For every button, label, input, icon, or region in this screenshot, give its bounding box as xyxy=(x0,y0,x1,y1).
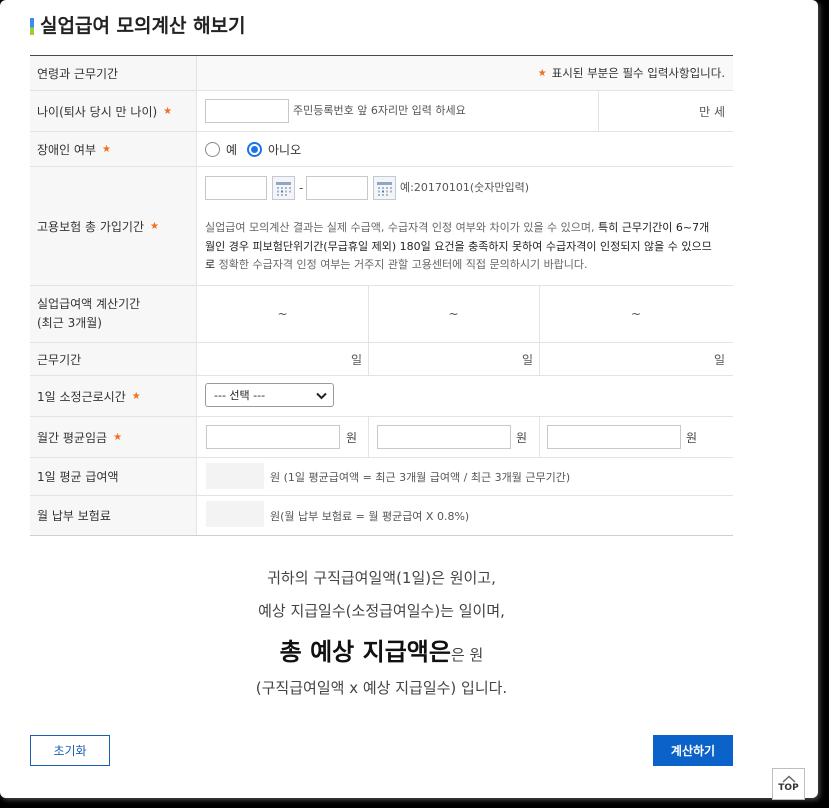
required-note: ★ 표시된 부분은 필수 입력사항입니다. xyxy=(538,56,725,90)
required-star-icon: ★ xyxy=(537,67,547,79)
result-formula: (구직급여일액 x 예상 지급일수) 입니다. xyxy=(255,679,508,697)
daily-hours-select[interactable]: --- 선택 --- xyxy=(205,383,334,407)
age-label-cell: 나이(퇴사 당시 만 나이) ★ xyxy=(30,91,197,131)
age-hint: 주민등록번호 앞 6자리만 입력 하세요 xyxy=(293,104,466,117)
notice-emphasis: 월인 경우 피보험단위기간(무급휴일 제외) 180일 요건을 충족하지 못하여… xyxy=(205,239,712,253)
daily-average-formula: 원 (1일 평균급여액 = 최근 3개월 급여액 / 최근 3개월 근무기간) xyxy=(270,470,571,484)
calc-period-label: 실업급여액 계산기간 xyxy=(37,297,141,311)
insurance-start-date-input[interactable] xyxy=(205,176,267,200)
monthly-wage-label-cell: 월간 평균임금 ★ xyxy=(30,417,197,457)
section-label-cell: 연령과 근무기간 xyxy=(30,56,197,90)
monthly-wage-row: 월간 평균임금 ★ 원 원 원 xyxy=(30,417,733,458)
cell-divider xyxy=(368,417,369,457)
required-note-text: 표시된 부분은 필수 입력사항입니다. xyxy=(551,66,725,80)
calendar-icon[interactable] xyxy=(373,176,396,200)
monthly-wage-input-1[interactable] xyxy=(206,425,340,449)
calc-period-sublabel: (최근 3개월) xyxy=(37,316,102,330)
reset-button[interactable]: 초기화 xyxy=(30,735,110,766)
calendar-icon[interactable] xyxy=(272,176,295,200)
disability-yes-label[interactable]: 예 xyxy=(226,132,237,166)
calc-period-month-1: ~ xyxy=(277,307,288,321)
monthly-premium-formula: 원(월 납부 보험료 = 월 평균급여 X 0.8%) xyxy=(270,509,470,523)
disability-label-cell: 장애인 여부 ★ xyxy=(30,132,197,166)
insurance-period-label-cell: 고용보험 총 가입기간 ★ xyxy=(30,167,197,285)
insurance-period-row: 고용보험 총 가입기간 ★ - 예:20170101(숫자만입력) 실업급여 모… xyxy=(30,167,733,286)
insurance-notice: 실업급여 모의계산 결과는 실제 수급액, 수급자격 인정 여부와 차이가 있을… xyxy=(205,219,735,275)
work-days-month-3: 일 xyxy=(713,352,725,367)
chevron-up-icon xyxy=(781,775,796,783)
monthly-wage-label: 월간 평균임금 xyxy=(37,430,108,445)
calc-period-label-cell: 실업급여액 계산기간 (최근 3개월) xyxy=(30,286,197,342)
monthly-premium-value xyxy=(206,501,264,527)
disability-no-label[interactable]: 아니오 xyxy=(268,132,301,166)
section-label: 연령과 근무기간 xyxy=(37,66,119,81)
monthly-premium-row: 월 납부 보험료 원(월 납부 보험료 = 월 평균급여 X 0.8%) xyxy=(30,496,733,535)
age-unit: 만 세 xyxy=(699,104,725,119)
notice-line: 실업급여 모의계산 결과는 실제 수급액, 수급자격 인정 여부와 차이가 있을… xyxy=(205,219,735,238)
work-days-month-1: 일 xyxy=(350,352,362,367)
required-star-icon: ★ xyxy=(163,105,173,117)
result-total-label: 총 예상 지급액은 xyxy=(279,638,451,666)
result-daily-benefit: 귀하의 구직급여일액(1일)은 원이고, xyxy=(267,569,496,587)
work-days-label: 근무기간 xyxy=(37,352,82,367)
scroll-top-label: TOP xyxy=(778,783,799,793)
required-star-icon: ★ xyxy=(113,431,123,443)
result-total: 총 예상 지급액은은 원 xyxy=(30,636,733,671)
result-total-amount: 은 원 xyxy=(450,646,484,664)
monthly-premium-label-cell: 월 납부 보험료 xyxy=(30,496,197,535)
daily-hours-label-cell: 1일 소정근로시간 ★ xyxy=(30,376,197,416)
insurance-end-date-input[interactable] xyxy=(306,176,368,200)
daily-average-label: 1일 평균 급여액 xyxy=(37,470,119,484)
age-unit-divider xyxy=(598,91,599,131)
required-star-icon: ★ xyxy=(102,143,111,155)
date-format-example: 예:20170101(숫자만입력) xyxy=(400,181,529,194)
notice-text: 정확한 수급자격 인정 여부는 거주지 관할 고용센터에 직접 문의하시기 바랍… xyxy=(215,258,588,271)
monthly-wage-input-2[interactable] xyxy=(377,425,511,449)
notice-line: 로 정확한 수급자격 인정 여부는 거주지 관할 고용센터에 직접 문의하시기 … xyxy=(205,256,735,275)
required-star-icon: ★ xyxy=(150,220,159,232)
notice-emphasis: 특히 근무기간이 6~7개 xyxy=(598,221,710,234)
monthly-wage-unit: 원 xyxy=(516,430,528,445)
age-row: 나이(퇴사 당시 만 나이) ★ 주민등록번호 앞 6자리만 입력 하세요 만 … xyxy=(30,91,733,132)
calculator-panel: 실업급여 모의계산 해보기 연령과 근무기간 ★ 표시된 부분은 필수 입력사항… xyxy=(0,0,818,798)
title-marker xyxy=(30,18,34,35)
disability-no-radio[interactable] xyxy=(247,142,262,157)
notice-line: 월인 경우 피보험단위기간(무급휴일 제외) 180일 요건을 충족하지 못하여… xyxy=(205,238,735,257)
scroll-top-button[interactable]: TOP xyxy=(772,768,805,800)
daily-average-label-cell: 1일 평균 급여액 xyxy=(30,458,197,495)
notice-emphasis: 로 xyxy=(205,258,216,271)
disability-label: 장애인 여부 xyxy=(37,142,97,157)
work-days-month-2: 일 xyxy=(521,352,533,367)
required-star-icon: ★ xyxy=(131,390,141,402)
insurance-period-label: 고용보험 총 가입기간 xyxy=(37,219,144,234)
work-days-row: 근무기간 일 일 일 xyxy=(30,343,733,376)
cell-divider xyxy=(539,417,540,457)
age-input[interactable] xyxy=(205,99,289,123)
chevron-down-icon xyxy=(316,392,327,400)
page-title: 실업급여 모의계산 해보기 xyxy=(40,15,246,37)
daily-average-row: 1일 평균 급여액 원 (1일 평균급여액 = 최근 3개월 급여액 / 최근 … xyxy=(30,458,733,496)
monthly-wage-unit: 원 xyxy=(346,430,358,445)
daily-hours-label: 1일 소정근로시간 xyxy=(37,389,126,404)
calculate-button[interactable]: 계산하기 xyxy=(653,735,733,766)
result-benefit-days: 예상 지급일수(소정급여일수)는 일이며, xyxy=(258,602,505,620)
calc-period-row: 실업급여액 계산기간 (최근 3개월) ~ ~ ~ xyxy=(30,286,733,343)
calculator-form-table: 연령과 근무기간 ★ 표시된 부분은 필수 입력사항입니다. 나이(퇴사 당시 … xyxy=(30,55,733,536)
disability-yes-radio[interactable] xyxy=(205,142,220,157)
daily-hours-selected: --- 선택 --- xyxy=(214,389,266,402)
monthly-wage-input-3[interactable] xyxy=(547,425,681,449)
calc-period-month-3: ~ xyxy=(630,307,642,321)
monthly-wage-unit: 원 xyxy=(686,430,698,445)
date-range-separator: - xyxy=(299,181,304,195)
calc-period-month-2: ~ xyxy=(448,307,459,321)
disability-row: 장애인 여부 ★ 예 아니오 xyxy=(30,132,733,167)
section-header-row: 연령과 근무기간 ★ 표시된 부분은 필수 입력사항입니다. xyxy=(30,56,733,91)
notice-text: 실업급여 모의계산 결과는 실제 수급액, 수급자격 인정 여부와 차이가 있을… xyxy=(205,221,599,234)
monthly-premium-label: 월 납부 보험료 xyxy=(37,509,111,523)
age-label: 나이(퇴사 당시 만 나이) xyxy=(37,104,158,119)
daily-average-value xyxy=(206,463,264,489)
daily-hours-row: 1일 소정근로시간 ★ --- 선택 --- xyxy=(30,376,733,417)
work-days-label-cell: 근무기간 xyxy=(30,343,197,375)
